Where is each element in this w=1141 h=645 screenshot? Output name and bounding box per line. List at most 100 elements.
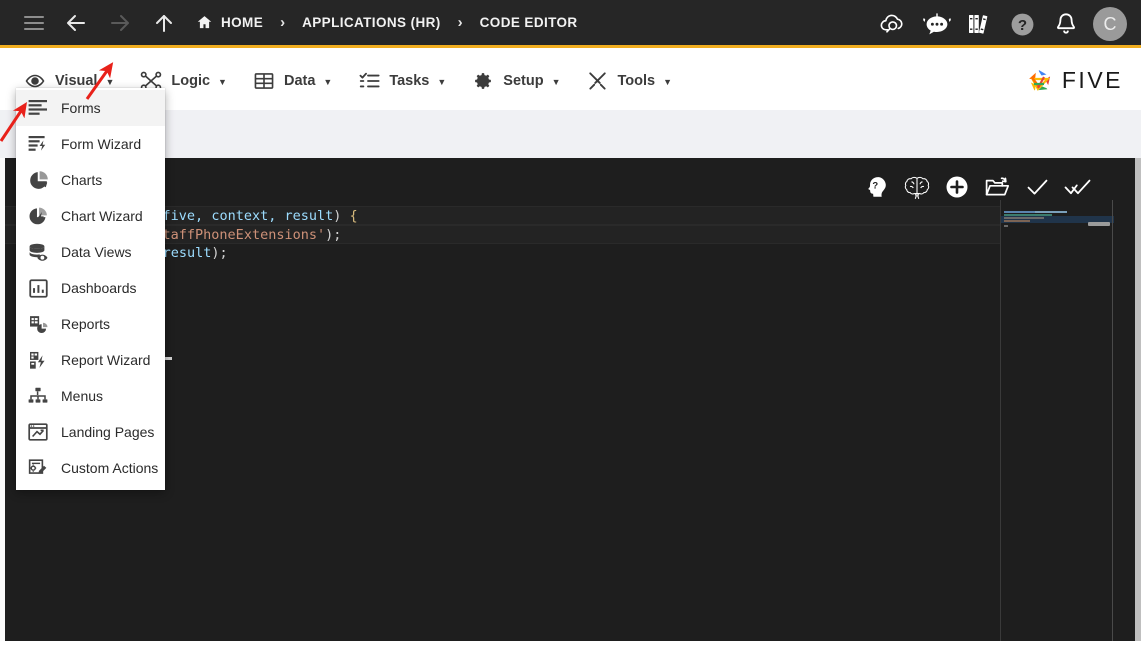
minimap-code-line (1035, 211, 1067, 213)
editor-minimap[interactable] (1000, 200, 1113, 641)
code-token: 'StaffPhoneExtensions' (146, 227, 325, 243)
breadcrumb-label-code-editor: CODE EDITOR (480, 15, 578, 30)
up-arrow-icon[interactable] (142, 0, 186, 47)
code-token: five, context, result (163, 208, 334, 224)
robot-chat-icon[interactable] (915, 0, 958, 48)
bell-notification-icon[interactable] (1044, 0, 1087, 48)
dropdown-label-report-wizard: Report Wizard (61, 352, 150, 368)
head-question-icon[interactable]: ? (857, 167, 897, 207)
table-grid-icon (253, 71, 275, 91)
code-token: ); (325, 227, 341, 243)
menu-data[interactable]: Data ▼ (240, 51, 345, 110)
code-token: ); (211, 245, 227, 261)
sitemap-menu-icon (26, 385, 50, 407)
dropdown-label-reports: Reports (61, 316, 110, 332)
dropdown-item-data-views[interactable]: Data Views (16, 234, 165, 270)
breadcrumb-separator-2: › (458, 15, 463, 30)
svg-text:?: ? (872, 180, 878, 191)
dropdown-label-menus: Menus (61, 388, 103, 404)
form-wizard-icon (26, 133, 50, 155)
editor-right-edge (1135, 158, 1141, 641)
five-wordmark: FIVE (1062, 67, 1123, 94)
dropdown-item-form-wizard[interactable]: Form Wizard (16, 126, 165, 162)
minimap-divider (1112, 200, 1113, 641)
dropdown-item-report-wizard[interactable]: Report Wizard (16, 342, 165, 378)
chevron-down-icon: ▼ (323, 77, 332, 87)
pie-chart-icon (26, 169, 50, 191)
plus-circle-icon[interactable] (937, 167, 977, 207)
main-menu-bar: Visual ▼ Logic ▼ (0, 51, 1141, 110)
breadcrumb-item-code-editor[interactable]: CODE EDITOR (480, 15, 578, 30)
database-view-icon (26, 241, 50, 263)
cloud-search-icon[interactable] (872, 0, 915, 48)
top-nav-group: HOME › APPLICATIONS (HR) › CODE EDITOR (0, 0, 578, 47)
five-brand-logo: FIVE (1025, 67, 1123, 95)
breadcrumb-label-applications: APPLICATIONS (HR) (302, 15, 441, 30)
dropdown-item-forms[interactable]: Forms (16, 90, 165, 126)
books-library-icon[interactable] (958, 0, 1001, 48)
minimap-code-line (1004, 225, 1008, 227)
dropdown-label-form-wizard: Form Wizard (61, 136, 141, 152)
minimap-code-line (1004, 217, 1044, 219)
home-icon (196, 14, 213, 31)
gear-icon (472, 71, 494, 91)
checklist-icon (358, 71, 380, 91)
dropdown-label-custom-actions: Custom Actions (61, 460, 158, 476)
report-wizard-icon (26, 349, 50, 371)
dropdown-item-reports[interactable]: Reports (16, 306, 165, 342)
chevron-down-icon: ▼ (552, 77, 561, 87)
hamburger-menu-icon[interactable] (14, 0, 54, 47)
dropdown-item-menus[interactable]: Menus (16, 378, 165, 414)
dropdown-label-dashboards: Dashboards (61, 280, 137, 296)
user-avatar[interactable]: C (1093, 7, 1127, 41)
form-lines-icon (26, 97, 50, 119)
app-root: HOME › APPLICATIONS (HR) › CODE EDITOR (0, 0, 1141, 645)
breadcrumb-item-applications[interactable]: APPLICATIONS (HR) (302, 15, 441, 30)
minimap-code-line (1004, 220, 1030, 222)
chart-wizard-icon (26, 205, 50, 227)
menu-tools-label: Tools (618, 73, 656, 89)
editor-scrollbar-thumb[interactable] (1088, 222, 1110, 226)
forward-arrow-icon (98, 0, 142, 47)
chevron-down-icon: ▼ (437, 77, 446, 87)
landing-page-icon (26, 421, 50, 443)
five-logomark-icon (1025, 67, 1055, 95)
code-editor-panel: ? (0, 158, 1141, 641)
code-token: ) (333, 208, 349, 224)
sub-toolbar-band (0, 110, 1141, 158)
menu-tools[interactable]: Tools ▼ (574, 51, 686, 110)
top-actions-group: ? C (872, 0, 1133, 48)
dropdown-item-landing-pages[interactable]: Landing Pages (16, 414, 165, 450)
chevron-down-icon: ▼ (663, 77, 672, 87)
avatar-initial: C (1104, 14, 1117, 35)
code-token: { (350, 208, 358, 224)
menu-setup[interactable]: Setup ▼ (459, 51, 573, 110)
dropdown-label-landing-pages: Landing Pages (61, 424, 154, 440)
dropdown-label-chart-wizard: Chart Wizard (61, 208, 143, 224)
chevron-down-icon: ▼ (218, 77, 227, 87)
dropdown-label-charts: Charts (61, 172, 102, 188)
code-token: result (163, 245, 212, 261)
dropdown-item-dashboards[interactable]: Dashboards (16, 270, 165, 306)
dropdown-item-custom-actions[interactable]: Custom Actions (16, 450, 165, 486)
help-circle-icon[interactable]: ? (1001, 0, 1044, 48)
menu-tasks[interactable]: Tasks ▼ (345, 51, 459, 110)
brain-icon[interactable] (897, 167, 937, 207)
menu-data-label: Data (284, 73, 315, 89)
breadcrumb-separator-1: › (280, 15, 285, 30)
back-arrow-icon[interactable] (54, 0, 98, 47)
dropdown-item-charts[interactable]: Charts (16, 162, 165, 198)
custom-action-icon (26, 457, 50, 479)
breadcrumb-label-home: HOME (221, 15, 263, 30)
breadcrumb: HOME › APPLICATIONS (HR) › CODE EDITOR (196, 14, 578, 31)
menu-setup-label: Setup (503, 73, 543, 89)
chevron-down-icon: ▼ (105, 77, 114, 87)
top-header-bar: HOME › APPLICATIONS (HR) › CODE EDITOR (0, 0, 1141, 48)
dashboard-icon (26, 277, 50, 299)
dropdown-label-forms: Forms (61, 100, 101, 116)
menu-tasks-label: Tasks (389, 73, 429, 89)
dropdown-item-chart-wizard[interactable]: Chart Wizard (16, 198, 165, 234)
menu-logic-label: Logic (171, 73, 210, 89)
breadcrumb-item-home[interactable]: HOME (196, 14, 263, 31)
report-icon (26, 313, 50, 335)
